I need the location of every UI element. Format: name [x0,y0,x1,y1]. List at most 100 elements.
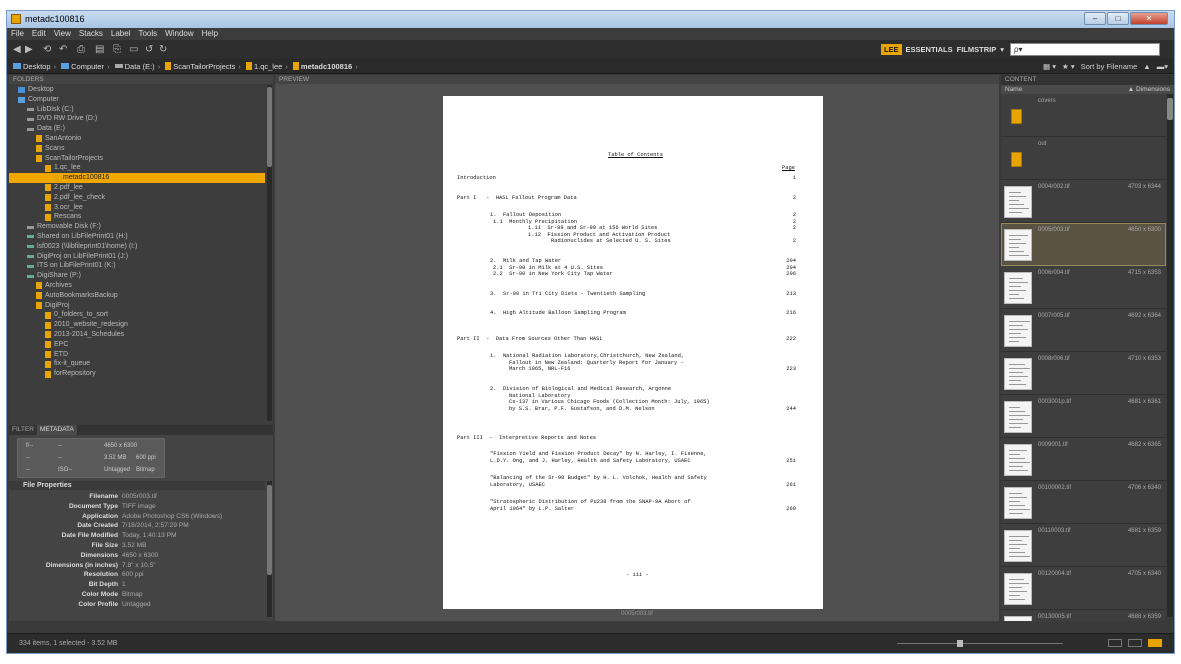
content-item[interactable]: 0004r002.tif 4703 x 6344 [1001,180,1166,223]
breadcrumb-scantailor[interactable]: ScanTailorProjects [165,62,235,71]
menu-item[interactable]: Window [165,28,193,40]
preview-tab[interactable]: PREVIEW [275,75,999,84]
folder-item[interactable]: SanAntonio [9,134,265,144]
workspace-dropdown-icon[interactable]: ▾ [1000,45,1004,54]
breadcrumb-metadc[interactable]: metadc100816 [292,62,352,71]
folder-item[interactable]: DigiShare (P:) [9,271,265,281]
folder-item[interactable]: EPC [9,340,265,350]
rotate-right-icon[interactable]: ↻ [159,44,167,55]
content-item[interactable]: 00110003.tif 4681 x 6359 [1001,524,1166,567]
folder-item[interactable]: 0_folders_to_sort [9,310,265,320]
view-grid-button[interactable] [1108,639,1122,647]
filter-tab[interactable]: FILTER [12,425,34,435]
sort-ascending-icon[interactable]: ▲ [1143,59,1150,74]
folder-item[interactable]: 1.qc_lee [9,163,265,173]
folder-item[interactable]: Rescans [9,212,265,222]
menu-item[interactable]: File [11,28,24,40]
content-item[interactable]: 0006r004.tif 4715 x 6353 [1001,266,1166,309]
folder-item[interactable]: forRepository [9,369,265,379]
folder-item[interactable]: Desktop [9,85,265,95]
folder-item[interactable]: DigiProj on LibFilePrint01 (J:) [9,252,265,262]
menu-item[interactable]: Tools [138,28,157,40]
folder-item[interactable]: ITS on LibFilePrint01 (K:) [9,261,265,271]
folder-item[interactable]: 2013-2014_Schedules [9,330,265,340]
rating-filter-icon[interactable]: ★ ▾ [1062,59,1075,74]
column-dimensions[interactable]: ▲ Dimensions [1128,85,1170,94]
return-icon[interactable]: ↶ [59,44,67,55]
folder-icon [1011,109,1022,124]
menu-item[interactable]: Edit [32,28,46,40]
content-item[interactable]: 00130005.tif 4688 x 6359 [1001,610,1166,621]
workspace-lee[interactable]: LEE [880,44,902,55]
menu-item[interactable]: View [54,28,71,40]
content-item[interactable]: 0009001.tif 4682 x 6365 [1001,438,1166,481]
content-item[interactable]: out [1001,137,1166,180]
menu-item[interactable]: Label [111,28,131,40]
new-folder-icon-2[interactable]: ▬▾ [1157,59,1168,74]
breadcrumb-data[interactable]: Data (E:) [114,62,155,71]
breadcrumb-qc-lee[interactable]: 1.qc_lee [245,62,282,71]
content-item[interactable]: 0005r003.tif 4650 x 6300 [1001,223,1166,266]
menu-item[interactable]: Stacks [79,28,103,40]
metadata-tab[interactable]: METADATA [36,425,77,435]
toc-line: March 1965, NRL-F16 [509,366,571,372]
folder-item[interactable]: Removable Disk (F:) [9,222,265,232]
column-name[interactable]: Name [1005,85,1022,94]
metadata-panel: FILTER METADATA f/-- -- 4650 x 6300 -- -… [9,425,273,621]
folder-item[interactable]: metadc100816 [9,173,265,183]
content-item[interactable]: 00100002.tif 4706 x 6340 [1001,481,1166,524]
sort-dropdown[interactable]: Sort by Filename [1081,59,1138,74]
workspace-filmstrip[interactable]: FILMSTRIP [957,45,997,54]
folder-item[interactable]: ScanTailorProjects [9,154,265,164]
menu-item[interactable]: Help [202,28,218,40]
content-item[interactable]: 0007r005.tif 4692 x 6364 [1001,309,1166,352]
search-input[interactable]: ρ▾ [1010,43,1160,56]
rotate-left-icon[interactable]: ↺ [145,44,153,55]
content-scrollbar[interactable] [1167,94,1173,617]
refine-icon[interactable]: ▤ [95,44,104,55]
new-folder-icon[interactable]: ▭ [129,44,138,55]
close-button[interactable]: ✕ [1130,12,1168,25]
folder-item[interactable]: 3.ocr_lee [9,203,265,213]
content-item[interactable]: 00120004.tif 4705 x 6340 [1001,567,1166,610]
breadcrumb-desktop[interactable]: Desktop [13,62,51,71]
breadcrumb-computer[interactable]: Computer [61,62,104,71]
get-photos-icon[interactable]: ⎙ [77,44,85,55]
folder-item[interactable]: Archives [9,281,265,291]
folder-item[interactable]: DVD RW Drive (D:) [9,114,265,124]
folder-item[interactable]: DigiProj [9,301,265,311]
folder-item[interactable]: ETD [9,350,265,360]
view-list-button[interactable] [1148,639,1162,647]
content-item[interactable]: 0008r006.tif 4710 x 6353 [1001,352,1166,395]
view-details-button[interactable] [1128,639,1142,647]
minimize-button[interactable]: – [1084,12,1106,25]
file-properties-header[interactable]: File Properties [9,481,265,490]
metadata-scrollbar[interactable] [267,481,272,617]
thumbnail-size-slider[interactable] [897,640,1063,647]
folder-item[interactable]: 2.pdf_lee [9,183,265,193]
folder-item[interactable]: Shared on LibFilePrint01 (H:) [9,232,265,242]
content-tab[interactable]: CONTENT [1001,75,1174,85]
folder-item[interactable]: Scans [9,144,265,154]
workspace-essentials[interactable]: ESSENTIALS [906,45,953,54]
view-options-icon[interactable]: ▦ ▾ [1043,59,1056,74]
folder-item[interactable]: 2010_website_redesign [9,320,265,330]
folder-item[interactable]: LibDisk (C:) [9,105,265,115]
content-item[interactable]: covers [1001,94,1166,137]
folder-label: 2013-2014_Schedules [54,330,125,338]
maximize-button[interactable]: □ [1107,12,1129,25]
folders-scrollbar[interactable] [267,85,272,421]
folder-item[interactable]: fix-it_queue [9,359,265,369]
folder-item[interactable]: Data (E:) [9,124,265,134]
recent-folders-icon[interactable]: ⟲ [43,44,51,55]
folder-item[interactable]: AutoBookmarksBackup [9,291,265,301]
document-page[interactable]: Table of Contents Page Introduction 1 Part I… [443,96,823,609]
folder-item[interactable]: lsf0023 (\\libfileprint01\home) (I:) [9,242,265,252]
open-recent-icon[interactable]: ⎘ [113,44,121,55]
content-item[interactable]: 0003001p.tif 4681 x 6361 [1001,395,1166,438]
folders-tab[interactable]: FOLDERS [9,75,273,84]
forward-arrow-icon[interactable]: ▶ [25,44,33,55]
folder-item[interactable]: 2.pdf_lee_check [9,193,265,203]
folder-item[interactable]: Computer [9,95,265,105]
back-arrow-icon[interactable]: ◀ [13,44,21,55]
